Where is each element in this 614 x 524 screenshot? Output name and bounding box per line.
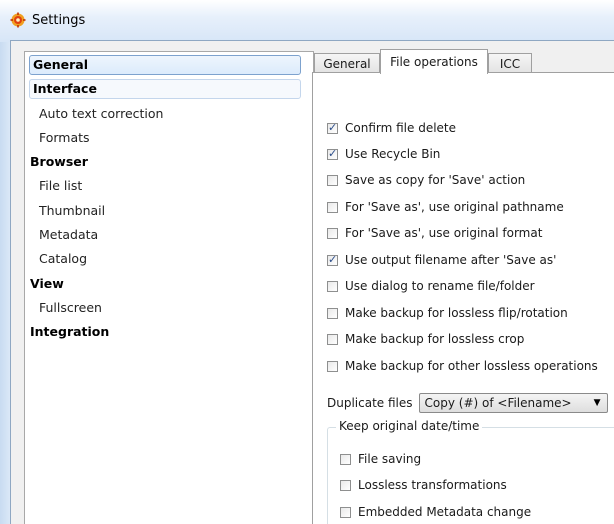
dialog-client-area: General Interface Auto text correction F… bbox=[10, 40, 614, 524]
option-label: Confirm file delete bbox=[345, 121, 457, 135]
checkbox[interactable]: ✓ bbox=[327, 252, 338, 266]
option-label: Use Recycle Bin bbox=[345, 147, 441, 161]
checkbox[interactable] bbox=[327, 201, 338, 213]
window-title: Settings bbox=[32, 13, 86, 28]
option-use-rename-dialog[interactable]: Use dialog to rename file/folder bbox=[327, 276, 535, 296]
tree-item-catalog[interactable]: Catalog bbox=[39, 249, 87, 269]
tree-item-integration[interactable]: Integration bbox=[30, 322, 109, 342]
option-label: Embedded Metadata change bbox=[358, 505, 532, 519]
settings-category-tree[interactable]: General Interface Auto text correction F… bbox=[24, 51, 314, 524]
checkbox[interactable] bbox=[327, 280, 338, 292]
tree-item-fullscreen[interactable]: Fullscreen bbox=[39, 298, 102, 318]
settings-window: Settings General Interface Auto text cor… bbox=[0, 0, 614, 524]
dropdown-arrow-icon: ▼ bbox=[593, 398, 601, 408]
tree-item-general[interactable]: General bbox=[29, 55, 301, 75]
checkbox[interactable] bbox=[327, 174, 338, 186]
tree-item-formats[interactable]: Formats bbox=[39, 128, 90, 148]
option-backup-other-lossless[interactable]: Make backup for other lossless operation… bbox=[327, 356, 598, 376]
tree-item-auto-text-correction[interactable]: Auto text correction bbox=[39, 104, 163, 124]
duplicate-files-label: Duplicate files bbox=[327, 396, 413, 410]
file-operations-panel: ✓ Confirm file delete ✓ Use Recycle Bin … bbox=[312, 72, 614, 524]
option-backup-crop[interactable]: Make backup for lossless crop bbox=[327, 329, 524, 349]
duplicate-files-value: Copy (#) of <Filename> bbox=[424, 396, 572, 410]
tab-file-operations[interactable]: File operations bbox=[380, 49, 488, 74]
checkmark-icon: ✓ bbox=[328, 146, 338, 160]
title-bar[interactable]: Settings bbox=[0, 0, 614, 42]
keep-date-time-title: Keep original date/time bbox=[336, 419, 483, 433]
checkbox[interactable] bbox=[327, 307, 338, 319]
tree-item-metadata[interactable]: Metadata bbox=[39, 225, 98, 245]
option-save-as-copy[interactable]: Save as copy for 'Save' action bbox=[327, 170, 525, 190]
duplicate-files-select[interactable]: Copy (#) of <Filename> ▼ bbox=[418, 393, 608, 413]
tree-item-browser[interactable]: Browser bbox=[30, 152, 88, 172]
tab-general[interactable]: General bbox=[314, 53, 380, 73]
option-save-as-original-pathname[interactable]: For 'Save as', use original pathname bbox=[327, 197, 564, 217]
checkbox[interactable] bbox=[327, 360, 338, 372]
option-label: Save as copy for 'Save' action bbox=[345, 173, 526, 187]
option-confirm-file-delete[interactable]: ✓ Confirm file delete bbox=[327, 118, 456, 138]
checkbox[interactable] bbox=[340, 506, 351, 518]
checkbox[interactable] bbox=[327, 333, 338, 345]
option-label: Use output filename after 'Save as' bbox=[345, 253, 557, 267]
keep-date-time-group: Keep original date/time File saving Loss… bbox=[327, 419, 614, 524]
option-label: Use dialog to rename file/folder bbox=[345, 279, 535, 293]
tab-icc[interactable]: ICC bbox=[488, 53, 532, 73]
checkbox[interactable] bbox=[340, 479, 351, 491]
option-label: File saving bbox=[358, 452, 422, 466]
option-save-as-original-format[interactable]: For 'Save as', use original format bbox=[327, 223, 542, 243]
option-keep-date-lossless[interactable]: Lossless transformations bbox=[340, 475, 507, 495]
option-keep-date-metadata[interactable]: Embedded Metadata change bbox=[340, 502, 531, 522]
checkbox[interactable]: ✓ bbox=[327, 146, 338, 160]
gear-app-icon bbox=[10, 12, 26, 28]
checkbox[interactable] bbox=[327, 227, 338, 239]
option-use-recycle-bin[interactable]: ✓ Use Recycle Bin bbox=[327, 144, 440, 164]
option-label: For 'Save as', use original pathname bbox=[345, 200, 564, 214]
checkbox[interactable] bbox=[340, 453, 351, 465]
checkmark-icon: ✓ bbox=[328, 252, 338, 266]
checkbox[interactable]: ✓ bbox=[327, 120, 338, 134]
option-use-output-filename[interactable]: ✓ Use output filename after 'Save as' bbox=[327, 250, 556, 270]
tab-bar: General File operations ICC bbox=[312, 49, 614, 74]
duplicate-files-row: Duplicate files Copy (#) of <Filename> ▼ bbox=[327, 392, 608, 414]
option-label: Make backup for lossless crop bbox=[345, 332, 525, 346]
option-backup-flip-rotation[interactable]: Make backup for lossless flip/rotation bbox=[327, 303, 568, 323]
tree-item-thumbnail[interactable]: Thumbnail bbox=[39, 201, 105, 221]
tree-item-file-list[interactable]: File list bbox=[39, 176, 82, 196]
option-label: Make backup for other lossless operation… bbox=[345, 359, 598, 373]
option-label: Make backup for lossless flip/rotation bbox=[345, 306, 568, 320]
window-frame bbox=[0, 42, 10, 524]
option-label: For 'Save as', use original format bbox=[345, 226, 543, 240]
tree-item-interface[interactable]: Interface bbox=[29, 79, 301, 99]
option-label: Lossless transformations bbox=[358, 478, 507, 492]
checkmark-icon: ✓ bbox=[328, 120, 338, 134]
option-keep-date-file-saving[interactable]: File saving bbox=[340, 449, 421, 469]
tree-item-view[interactable]: View bbox=[30, 274, 64, 294]
